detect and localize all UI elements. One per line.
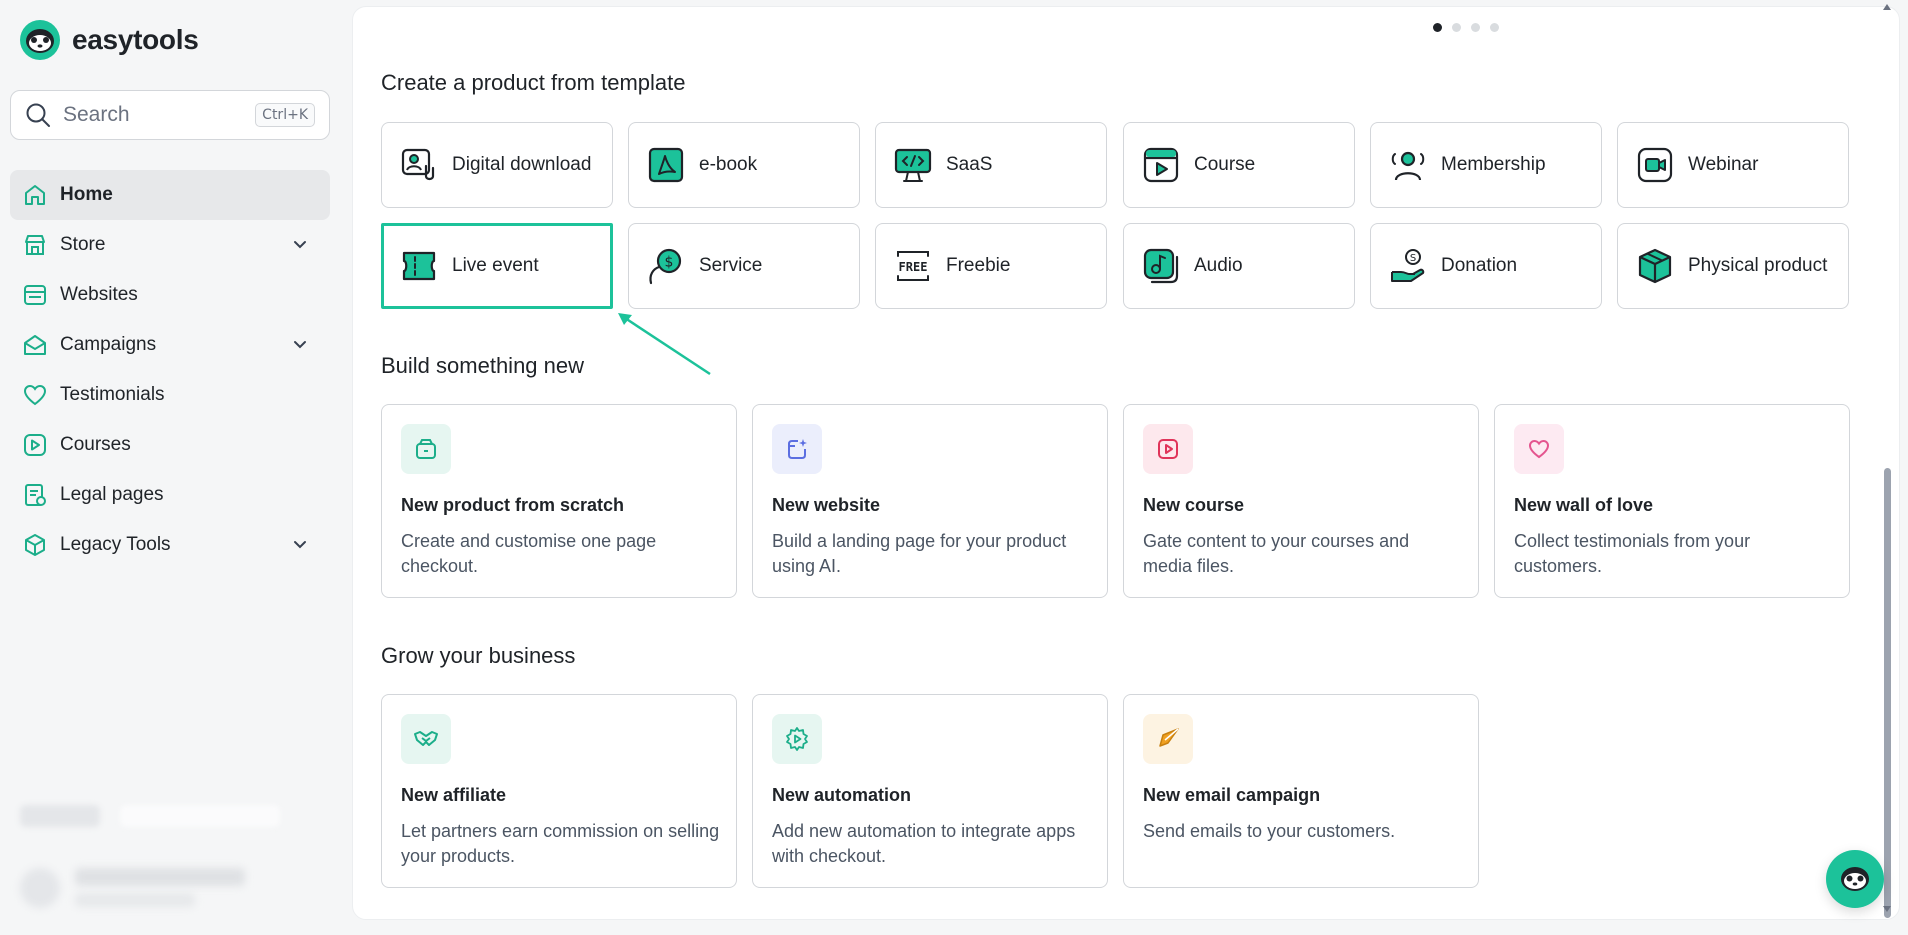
new-automation-card[interactable]: New automation Add new automation to int… [752,694,1108,888]
template-service[interactable]: $ Service [628,223,860,309]
blurred-placeholder [20,805,100,827]
chevron-down-icon[interactable] [290,335,310,355]
sidebar-item-store[interactable]: Store [10,220,330,270]
blurred-placeholder [75,868,245,886]
ebook-icon [647,146,685,184]
template-webinar[interactable]: Webinar [1617,122,1849,208]
membership-icon [1389,146,1427,184]
product-box-icon [401,424,451,474]
paper-plane-icon [1143,714,1193,764]
template-live-event[interactable]: Live event [381,223,613,309]
template-physical-product[interactable]: Physical product [1617,223,1849,309]
search-placeholder: Search [63,103,130,126]
template-freebie[interactable]: FREE Freebie [875,223,1107,309]
sidebar-item-campaigns[interactable]: Campaigns [10,320,330,370]
digital-download-icon [400,146,438,184]
donation-icon: S [1389,247,1427,285]
store-icon [22,232,48,258]
free-icon: FREE [894,247,932,285]
sloth-chat-icon [1841,867,1869,891]
templates-section-title: Create a product from template [381,70,686,95]
carousel-dot[interactable] [1490,23,1499,32]
sidebar-item-testimonials[interactable]: Testimonials [10,370,330,420]
template-membership[interactable]: Membership [1370,122,1602,208]
template-audio[interactable]: Audio [1123,223,1355,309]
sidebar-item-home[interactable]: Home [10,170,330,220]
avatar[interactable] [20,868,60,908]
blurred-placeholder [75,893,195,907]
play-icon [22,432,48,458]
new-email-campaign-card[interactable]: New email campaign Send emails to your c… [1123,694,1479,888]
search-shortcut: Ctrl+K [255,103,315,127]
websites-icon [22,282,48,308]
sidebar: easytools Search Ctrl+K Home Store Websi… [0,0,344,935]
chevron-down-icon[interactable] [290,535,310,555]
svg-text:FREE: FREE [899,260,928,274]
sidebar-item-legacy-tools[interactable]: Legacy Tools [10,520,330,570]
saas-icon [894,146,932,184]
home-icon [22,182,48,208]
new-affiliate-card[interactable]: New affiliate Let partners earn commissi… [381,694,737,888]
chevron-down-icon[interactable] [290,235,310,255]
template-digital-download[interactable]: Digital download [381,122,613,208]
template-e-book[interactable]: e-book [628,122,860,208]
search-input[interactable]: Search Ctrl+K [10,90,330,140]
new-course-card[interactable]: New course Gate content to your courses … [1123,404,1479,598]
scroll-up-arrow-icon[interactable] [1883,4,1891,10]
carousel-dot[interactable] [1452,23,1461,32]
grow-section-title: Grow your business [381,643,576,668]
course-icon [1142,146,1180,184]
new-wall-of-love-card[interactable]: New wall of love Collect testimonials fr… [1494,404,1850,598]
service-icon: $ [647,247,685,285]
svg-text:$: $ [665,255,674,271]
carousel-dots [1433,23,1499,32]
template-course[interactable]: Course [1123,122,1355,208]
webinar-icon [1636,146,1674,184]
sidebar-item-legal-pages[interactable]: Legal pages [10,470,330,520]
blurred-placeholder [120,805,280,827]
box-icon [22,532,48,558]
course-play-icon [1143,424,1193,474]
sidebar-nav: Home Store Websites Campaigns Testimonia… [10,170,330,570]
website-sparkle-icon [772,424,822,474]
search-icon [26,103,50,127]
brand[interactable]: easytools [20,20,199,60]
template-donation[interactable]: S Donation [1370,223,1602,309]
automation-gear-icon [772,714,822,764]
sloth-logo-icon [20,20,60,60]
new-website-card[interactable]: New website Build a landing page for you… [752,404,1108,598]
scroll-down-arrow-icon[interactable] [1883,906,1891,912]
svg-text:S: S [1410,253,1416,264]
sidebar-item-courses[interactable]: Courses [10,420,330,470]
chat-support-button[interactable] [1826,850,1884,908]
carousel-dot[interactable] [1471,23,1480,32]
campaigns-icon [22,332,48,358]
brand-name: easytools [72,24,199,55]
physical-product-icon [1636,247,1674,285]
ticket-icon [400,247,438,285]
handshake-icon [401,714,451,764]
carousel-dot[interactable] [1433,23,1442,32]
annotation-arrow [618,313,711,376]
build-section-title: Build something new [381,353,585,378]
heart-icon [1514,424,1564,474]
legal-icon [22,482,48,508]
heart-icon [22,382,48,408]
template-saas[interactable]: SaaS [875,122,1107,208]
audio-icon [1142,247,1180,285]
sidebar-item-websites[interactable]: Websites [10,270,330,320]
scrollbar-thumb[interactable] [1884,468,1891,918]
new-product-card[interactable]: New product from scratch Create and cust… [381,404,737,598]
